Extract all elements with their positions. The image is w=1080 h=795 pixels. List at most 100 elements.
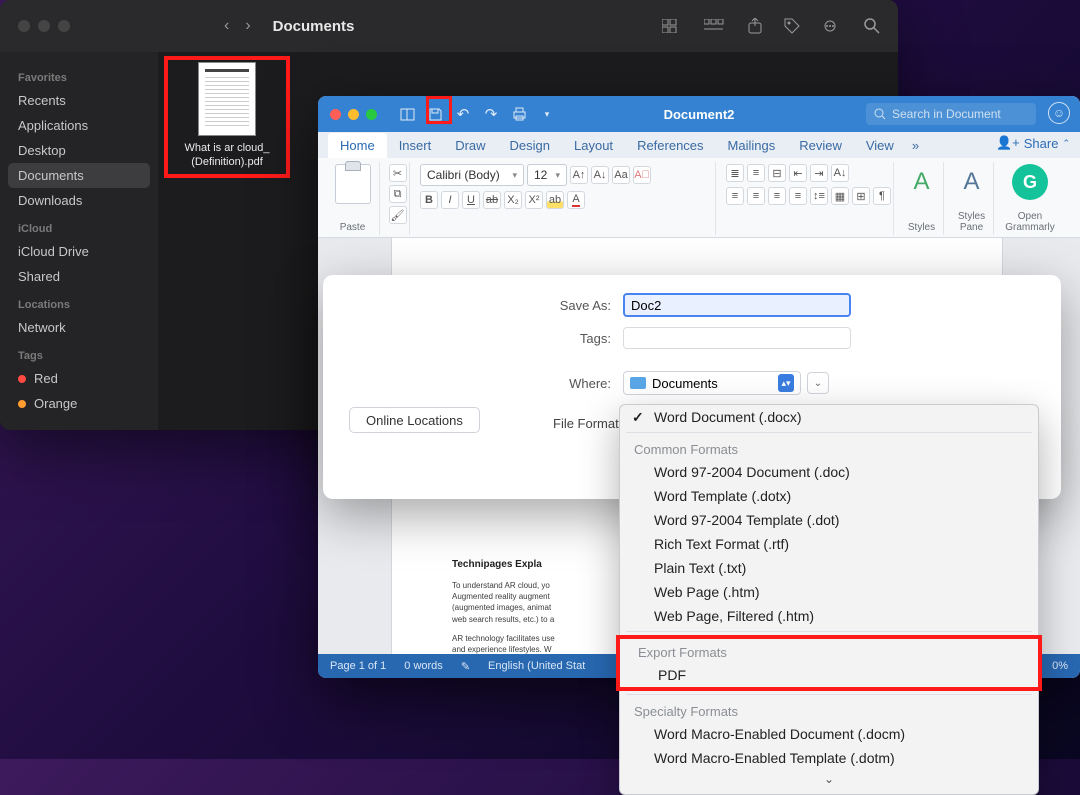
sidebar-tag-red[interactable]: Red — [8, 366, 150, 391]
numbering-icon[interactable]: ≡ — [747, 164, 765, 182]
action-icon[interactable] — [822, 19, 842, 33]
superscript-button[interactable]: X² — [525, 191, 543, 209]
close-icon[interactable] — [330, 109, 341, 120]
paste-icon[interactable] — [335, 164, 371, 204]
format-option[interactable]: Web Page (.htm) — [620, 580, 1038, 604]
format-option[interactable]: Word Template (.dotx) — [620, 484, 1038, 508]
justify-icon[interactable]: ≡ — [789, 187, 807, 205]
chevron-down-icon[interactable]: ⌄ — [620, 770, 1038, 788]
sidebar-item-applications[interactable]: Applications — [8, 113, 150, 138]
minimize-icon[interactable] — [348, 109, 359, 120]
qat-dropdown-icon[interactable]: ▾ — [535, 102, 559, 126]
maximize-icon[interactable] — [58, 20, 70, 32]
grammarly-icon[interactable]: G — [1012, 164, 1048, 200]
tag-icon[interactable] — [784, 18, 800, 34]
sidebar-item-icloud-drive[interactable]: iCloud Drive — [8, 239, 150, 264]
tab-design[interactable]: Design — [498, 133, 562, 158]
search-icon[interactable] — [864, 18, 880, 34]
sidebar-tag-orange[interactable]: Orange — [8, 391, 150, 416]
tab-home[interactable]: Home — [328, 133, 387, 158]
tags-field[interactable] — [623, 327, 851, 349]
file-name[interactable]: What is ar cloud_ (Definition).pdf — [168, 142, 286, 170]
show-marks-icon[interactable]: ¶ — [873, 187, 891, 205]
status-language[interactable]: English (United Stat — [488, 660, 585, 672]
format-option-pdf[interactable]: PDF — [624, 663, 1034, 687]
sidebar-item-documents[interactable]: Documents — [8, 163, 150, 188]
tabs-overflow-icon[interactable]: » — [906, 133, 925, 158]
sidebar-item-shared[interactable]: Shared — [8, 264, 150, 289]
format-option-docx[interactable]: Word Document (.docx) — [620, 405, 1038, 429]
home-icon[interactable] — [395, 102, 419, 126]
format-option[interactable]: Word Macro-Enabled Template (.dotm) — [620, 746, 1038, 770]
italic-button[interactable]: I — [441, 191, 459, 209]
font-size-select[interactable]: 12▾ — [527, 164, 567, 186]
sort-icon[interactable]: A↓ — [831, 164, 849, 182]
where-select[interactable]: Documents ▴▾ — [623, 371, 801, 395]
multilevel-icon[interactable]: ⊟ — [768, 164, 786, 182]
format-option[interactable]: Word Macro-Enabled Document (.docm) — [620, 722, 1038, 746]
status-words[interactable]: 0 words — [404, 660, 443, 672]
tab-insert[interactable]: Insert — [387, 133, 444, 158]
format-option[interactable]: Word 97-2004 Template (.dot) — [620, 508, 1038, 532]
copy-icon[interactable]: ⧉ — [389, 185, 407, 203]
align-left-icon[interactable]: ≡ — [726, 187, 744, 205]
tab-mailings[interactable]: Mailings — [716, 133, 788, 158]
change-case-icon[interactable]: Aa — [612, 166, 630, 184]
file-thumbnail[interactable] — [198, 62, 256, 136]
back-icon[interactable]: ‹ — [224, 17, 229, 35]
increase-indent-icon[interactable]: ⇥ — [810, 164, 828, 182]
format-painter-icon[interactable]: 🖌 — [389, 206, 407, 224]
sidebar-item-downloads[interactable]: Downloads — [8, 188, 150, 213]
align-right-icon[interactable]: ≡ — [768, 187, 786, 205]
save-as-field[interactable] — [623, 293, 851, 317]
cut-icon[interactable]: ✂ — [389, 164, 407, 182]
tab-view[interactable]: View — [854, 133, 906, 158]
word-traffic-lights[interactable] — [318, 109, 389, 120]
format-option[interactable]: Word 97-2004 Document (.doc) — [620, 460, 1038, 484]
maximize-icon[interactable] — [366, 109, 377, 120]
feedback-icon[interactable]: ☺ — [1048, 102, 1070, 124]
expand-button[interactable]: ⌄ — [807, 372, 829, 394]
strike-button[interactable]: ab — [483, 191, 501, 209]
online-locations-button[interactable]: Online Locations — [349, 407, 480, 433]
decrease-indent-icon[interactable]: ⇤ — [789, 164, 807, 182]
increase-font-icon[interactable]: A↑ — [570, 166, 588, 184]
clear-format-icon[interactable]: A⃠ — [633, 166, 651, 184]
undo-icon[interactable]: ↶ — [451, 102, 475, 126]
font-color-button[interactable]: A — [567, 191, 585, 209]
tab-review[interactable]: Review — [787, 133, 854, 158]
bullets-icon[interactable]: ≣ — [726, 164, 744, 182]
spellcheck-icon[interactable]: ✎ — [461, 660, 470, 673]
share-icon[interactable] — [748, 18, 762, 34]
align-center-icon[interactable]: ≡ — [747, 187, 765, 205]
close-icon[interactable] — [18, 20, 30, 32]
sidebar-item-desktop[interactable]: Desktop — [8, 138, 150, 163]
borders-icon[interactable]: ⊞ — [852, 187, 870, 205]
sidebar-item-network[interactable]: Network — [8, 315, 150, 340]
underline-button[interactable]: U — [462, 191, 480, 209]
tab-layout[interactable]: Layout — [562, 133, 625, 158]
format-option[interactable]: Web Page, Filtered (.htm) — [620, 604, 1038, 628]
print-icon[interactable] — [507, 102, 531, 126]
search-field[interactable]: Search in Document — [866, 103, 1036, 125]
format-option[interactable]: Rich Text Format (.rtf) — [620, 532, 1038, 556]
redo-icon[interactable]: ↷ — [479, 102, 503, 126]
tab-draw[interactable]: Draw — [443, 133, 497, 158]
format-option[interactable]: Plain Text (.txt) — [620, 556, 1038, 580]
subscript-button[interactable]: X₂ — [504, 191, 522, 209]
bold-button[interactable]: B — [420, 191, 438, 209]
finder-traffic-lights[interactable] — [18, 20, 70, 32]
minimize-icon[interactable] — [38, 20, 50, 32]
status-zoom[interactable]: 0% — [1052, 660, 1068, 672]
view-grid-icon[interactable] — [662, 19, 682, 33]
share-button[interactable]: 👤+Share⌃ — [996, 135, 1070, 151]
forward-icon[interactable]: › — [245, 17, 250, 35]
tab-references[interactable]: References — [625, 133, 715, 158]
font-name-select[interactable]: Calibri (Body)▾ — [420, 164, 524, 186]
group-icon[interactable] — [704, 19, 726, 33]
styles-icon[interactable]: A — [902, 162, 942, 202]
decrease-font-icon[interactable]: A↓ — [591, 166, 609, 184]
status-page[interactable]: Page 1 of 1 — [330, 660, 386, 672]
sidebar-item-recents[interactable]: Recents — [8, 88, 150, 113]
shading-icon[interactable]: ▦ — [831, 187, 849, 205]
